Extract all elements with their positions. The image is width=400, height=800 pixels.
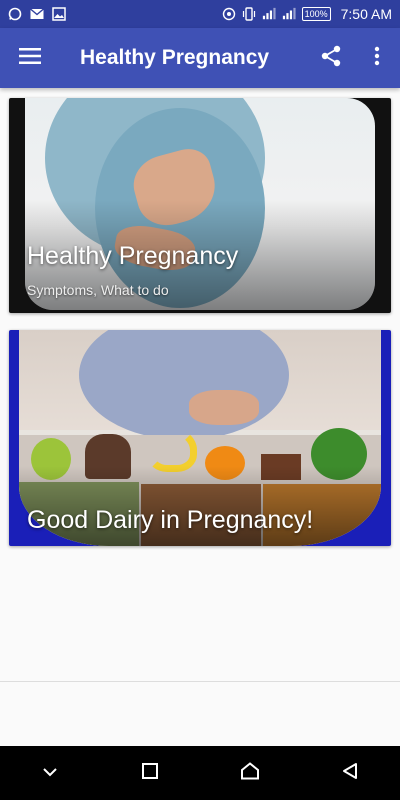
navigation-bar — [0, 746, 400, 800]
divider — [0, 681, 400, 682]
recents-button[interactable] — [125, 746, 175, 800]
menu-button[interactable] — [0, 28, 60, 88]
system-icons: 100% 7:50 AM — [222, 6, 392, 22]
app-actions — [308, 28, 400, 88]
pregnant-belly-photo — [25, 98, 375, 310]
mail-icon — [30, 7, 44, 21]
overflow-menu-button[interactable] — [354, 28, 400, 88]
battery-icon: 100% — [301, 7, 331, 21]
hotspot-icon — [222, 7, 236, 21]
page-title: Healthy Pregnancy — [80, 46, 270, 69]
back-icon — [341, 762, 359, 785]
battery-level: 100% — [304, 9, 328, 19]
gallery-icon — [52, 7, 66, 21]
card-title: Good Dairy in Pregnancy! — [27, 506, 314, 534]
whatsapp-icon — [8, 7, 22, 21]
card-healthy-pregnancy[interactable]: Healthy Pregnancy Symptoms, What to do — [9, 98, 391, 313]
share-button[interactable] — [308, 28, 354, 88]
home-icon — [240, 761, 260, 785]
hide-nav-button[interactable] — [25, 746, 75, 800]
status-bar: 100% 7:50 AM — [0, 0, 400, 28]
recents-icon — [141, 762, 159, 785]
more-vert-icon — [374, 46, 380, 71]
chevron-down-icon — [42, 764, 58, 782]
home-button[interactable] — [225, 746, 275, 800]
card-title: Healthy Pregnancy — [27, 242, 239, 270]
card-list: Healthy Pregnancy Symptoms, What to do G… — [0, 88, 400, 680]
back-button[interactable] — [325, 746, 375, 800]
signal-icon — [262, 7, 276, 21]
card-good-dairy[interactable]: Good Dairy in Pregnancy! — [9, 330, 391, 546]
share-icon — [320, 45, 342, 72]
signal-icon — [282, 7, 296, 21]
vibrate-icon — [242, 7, 256, 21]
hand — [189, 390, 259, 425]
app-bar: Healthy Pregnancy — [0, 28, 400, 88]
hamburger-menu-icon — [19, 47, 41, 69]
card-subtitle: Symptoms, What to do — [27, 282, 169, 298]
notification-icons — [8, 7, 66, 21]
status-time: 7:50 AM — [340, 6, 392, 22]
